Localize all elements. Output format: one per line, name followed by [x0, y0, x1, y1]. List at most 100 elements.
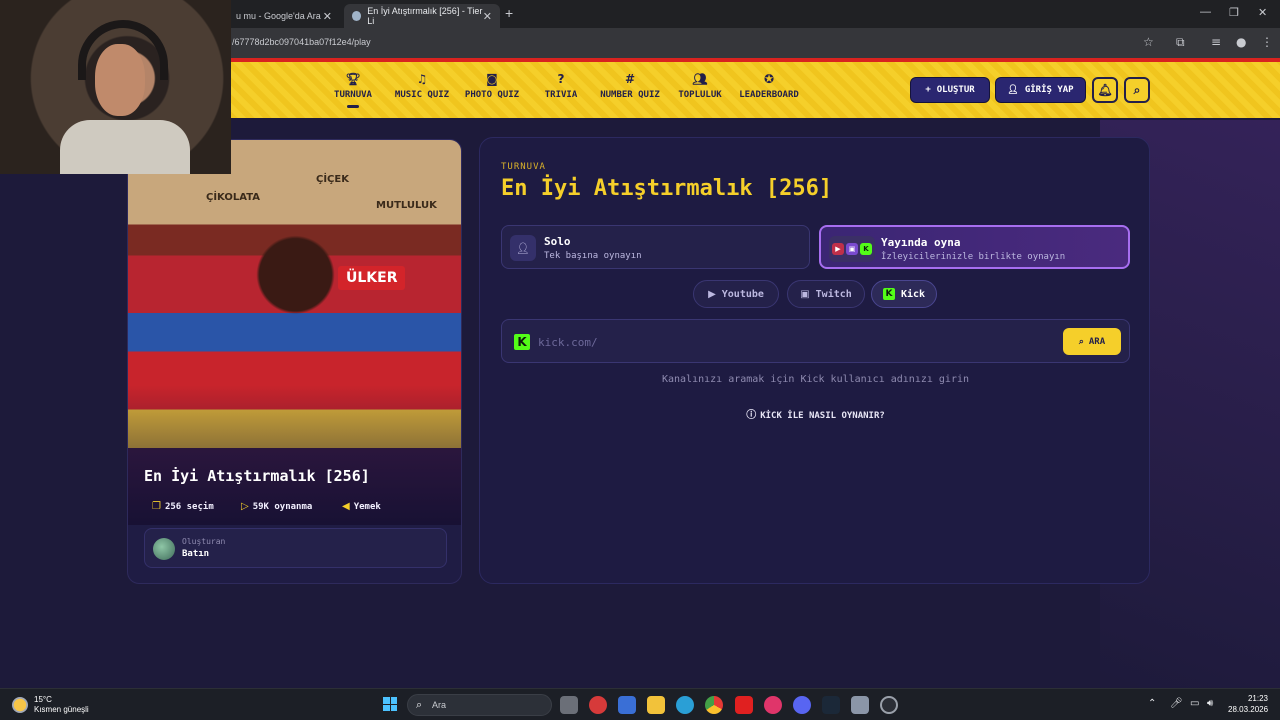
monitor-icon[interactable]: ▭ [1190, 698, 1199, 709]
mode-subtitle: Tek başına oynayın [544, 251, 642, 261]
url-text[interactable]: /67778d2bc097041ba07f12e4/play [232, 37, 371, 47]
nav-label: PHOTO QUIZ [464, 90, 520, 100]
browser-tab-active[interactable]: En İyi Atıştırmalık [256] - Tier Li ✕ [344, 4, 500, 28]
bell-icon: 🔔︎ [1097, 83, 1113, 97]
platform-twitch-button[interactable]: ▣ Twitch [787, 280, 865, 308]
youtube-icon: ▶ [708, 288, 716, 300]
extensions-icon[interactable]: ⧉ [1176, 35, 1185, 50]
photo-text: ÇİÇEK [316, 174, 349, 185]
steam-icon[interactable] [822, 696, 840, 714]
mode-title: Solo [544, 235, 571, 248]
user-icon: 👤︎ [510, 235, 536, 261]
media-icon[interactable]: ≡ [1211, 35, 1221, 49]
bookmark-star-icon[interactable]: ☆ [1143, 35, 1154, 49]
channel-search-input[interactable] [538, 330, 1038, 354]
menu-dots-icon[interactable]: ⋮ [1261, 35, 1273, 49]
login-label: GİRİŞ YAP [1024, 85, 1074, 95]
weather-temp: 15°C [34, 695, 52, 704]
create-button[interactable]: + OLUŞTUR [910, 77, 990, 103]
how-to-label: KİCK İLE NASIL OYNANIR? [760, 411, 885, 421]
creator-name[interactable]: Batın [182, 549, 209, 559]
close-icon[interactable]: ✕ [483, 10, 492, 23]
nav-label: LEADERBOARD [739, 90, 799, 100]
platform-label: Youtube [721, 288, 764, 300]
stream-platforms-icon: ▶ ▣ K [829, 236, 875, 262]
taskbar-clock[interactable]: 21:23 28.03.2026 [1228, 693, 1268, 715]
volume-icon[interactable]: 🔊︎ [1207, 698, 1213, 709]
users-icon: 👥︎ [692, 72, 708, 86]
nav-item-topluluk[interactable]: 👥︎ TOPLULUK [676, 72, 724, 100]
webcam-overlay [0, 0, 231, 174]
browser-tab-google[interactable]: u mu - Google'da Ara ✕ [228, 4, 340, 28]
close-icon[interactable]: ✕ [323, 10, 332, 23]
page-title: En İyi Atıştırmalık [256] [501, 176, 833, 201]
app-icon[interactable] [589, 696, 607, 714]
settings-app-icon[interactable] [851, 696, 869, 714]
search-submit-button[interactable]: ⌕ ARA [1063, 328, 1121, 355]
search-icon: ⌕ [416, 698, 423, 711]
user-icon: 👤︎ [1007, 85, 1019, 95]
creator-box[interactable]: Oluşturan Batın [144, 528, 447, 568]
stat-category: ◀ Yemek [342, 501, 381, 512]
weather-widget[interactable]: 15°C Kısmen güneşli [12, 695, 89, 715]
trophy-icon: 🏆︎ [345, 72, 361, 86]
taskbar-search[interactable]: ⌕ Ara [407, 694, 552, 716]
twitch-icon: ▣ [800, 288, 810, 300]
music-note-icon: ♫ [416, 72, 428, 86]
search-button[interactable]: ⌕ [1124, 77, 1150, 103]
nav-item-music-quiz[interactable]: ♫ MUSIC QUIZ [393, 72, 451, 100]
search-button-label: ARA [1088, 336, 1106, 347]
mode-solo-button[interactable]: 👤︎ Solo Tek başına oynayın [501, 225, 810, 269]
discord-icon[interactable] [793, 696, 811, 714]
plus-icon: + [925, 85, 931, 95]
restore-icon[interactable]: ❐ [1229, 6, 1239, 19]
weather-icon [12, 697, 28, 713]
search-icon: ⌕ [1133, 82, 1141, 97]
minimize-icon[interactable]: — [1200, 6, 1211, 18]
kick-icon: K [860, 243, 872, 255]
camera-icon: ◙ [486, 72, 498, 86]
media-app-icon[interactable] [764, 696, 782, 714]
stat-plays: ▷ 59K oynanma [241, 501, 312, 512]
task-view-icon[interactable] [560, 696, 578, 714]
panel-eyebrow: TURNUVA [501, 162, 546, 172]
stat-value: 59K oynanma [252, 501, 313, 512]
stat-value: Yemek [353, 501, 381, 512]
nav-item-number-quiz[interactable]: # NUMBER QUIZ [598, 72, 662, 100]
youtube-app-icon[interactable] [735, 696, 753, 714]
store-icon[interactable] [618, 696, 636, 714]
profile-icon[interactable]: ● [1236, 35, 1246, 49]
platform-label: Twitch [815, 288, 852, 300]
mode-live-button[interactable]: ▶ ▣ K Yayında oyna İzleyicilerinizle bir… [819, 225, 1130, 269]
platform-kick-button[interactable]: K Kick [871, 280, 937, 308]
mode-subtitle: İzleyicilerinizle birlikte oynayın [881, 252, 1066, 262]
folder-icon[interactable] [647, 696, 665, 714]
login-button[interactable]: 👤︎ GİRİŞ YAP [995, 77, 1086, 103]
tournament-card[interactable]: ÇİKOLATA ÇİÇEK MUTLULUK ÜLKER En İyi Atı… [127, 139, 462, 584]
windows-start-icon[interactable] [383, 697, 397, 711]
kick-icon: K [882, 288, 895, 300]
play-panel: TURNUVA En İyi Atıştırmalık [256] 👤︎ Sol… [479, 137, 1150, 584]
nav-item-trivia[interactable]: ? TRIVIA [543, 72, 579, 100]
chevron-up-icon[interactable]: ⌃ [1148, 698, 1156, 709]
new-tab-icon[interactable]: + [505, 5, 513, 21]
platform-youtube-button[interactable]: ▶ Youtube [693, 280, 779, 308]
nav-item-leaderboard[interactable]: ✪ LEADERBOARD [737, 72, 801, 100]
notifications-button[interactable]: 🔔︎ [1092, 77, 1118, 103]
photo-text: ÇİKOLATA [206, 192, 260, 203]
close-window-icon[interactable]: ✕ [1258, 6, 1267, 19]
nav-label: MUSIC QUIZ [394, 90, 450, 100]
obs-icon[interactable] [880, 696, 898, 714]
photo-brand-text: ÜLKER [338, 266, 406, 290]
card-title: En İyi Atıştırmalık [256] [144, 467, 370, 485]
nav-item-turnuva[interactable]: 🏆︎ TURNUVA [333, 72, 373, 108]
twitch-icon: ▣ [846, 243, 858, 255]
hash-icon: # [624, 72, 636, 86]
create-label: OLUŞTUR [936, 85, 975, 95]
nav-item-photo-quiz[interactable]: ◙ PHOTO QUIZ [463, 72, 521, 100]
how-to-play-link[interactable]: ⓘ KİCK İLE NASIL OYNANIR? [480, 406, 1151, 421]
microphone-icon[interactable]: 🎤︎ [1170, 698, 1183, 709]
edge-icon[interactable] [676, 696, 694, 714]
stat-value: 256 seçim [164, 501, 214, 512]
chrome-icon[interactable] [705, 696, 723, 714]
